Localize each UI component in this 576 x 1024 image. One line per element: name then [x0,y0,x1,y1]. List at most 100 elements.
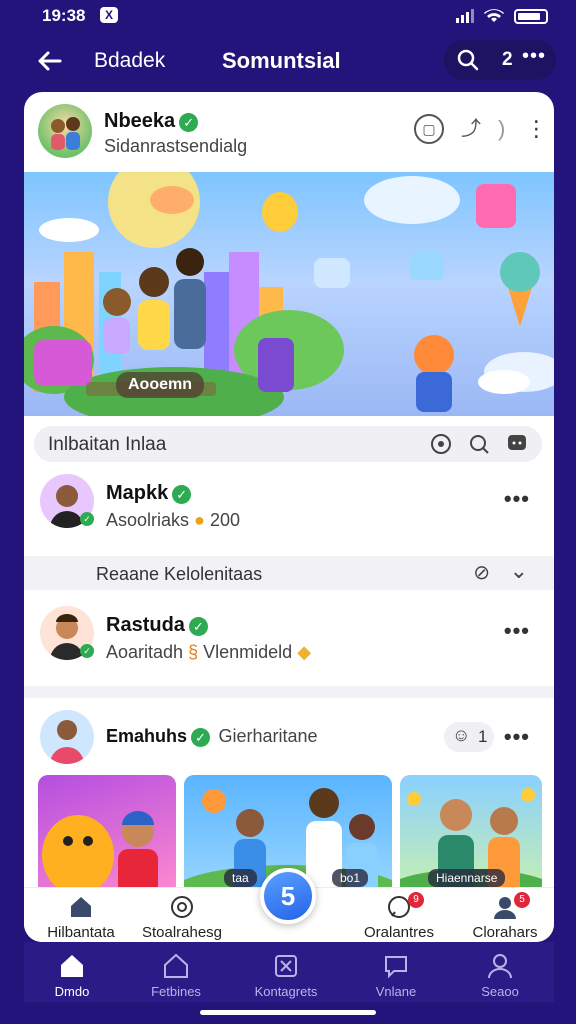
list-item[interactable]: ✓ Mapkk ✓ Asoolriaks ● 200 ••• [24,468,554,548]
item-detail: Asoolriaks [106,510,190,530]
nav-messages[interactable]: Vnlane [356,952,436,999]
nav-label: Dmdo [54,984,90,999]
more-options-icon[interactable]: ⋮ [525,114,547,144]
more-options-icon[interactable]: ••• [504,724,530,750]
comment-search-bar[interactable]: Inlbaitan Inlaa [34,426,542,462]
share-icon[interactable]: ⤴ [456,114,486,144]
item-name-row: Mapkk ✓ [106,482,192,505]
online-icon: ✓ [80,644,94,658]
comment-search-placeholder: Inlbaitan Inlaa [48,434,167,455]
chat-bubble-icon[interactable] [506,433,528,455]
create-fab-button[interactable]: 5 [260,868,316,924]
group-members-pill[interactable]: ☺ 1 [444,722,494,752]
thumbnail-label: taa [224,869,257,887]
section-label: Reaane Kelolenitaas [96,564,263,584]
group-row[interactable]: Emahuhs ✓ Gierharitane ☺ 1 ••• [24,704,554,772]
message-icon [385,956,407,979]
signal-icon [456,9,474,23]
tab-label: Clorahars [472,924,538,941]
home-indicator [200,1010,376,1015]
verified-icon: ✓ [172,485,192,505]
nav-label: Vnlane [375,984,417,999]
nav-actions: 2 ••• [444,40,556,80]
nav-feed[interactable]: Fetbines [136,952,216,999]
divider-icon: ) [498,116,506,141]
item-value: 200 [209,510,240,530]
verified-icon: ✓ [188,617,208,637]
item-detail-row: Aoaritadh § Vlenmideld ◆ [106,642,311,663]
thumbnail-label: bo1 [332,869,369,887]
item-name: Mapkk [106,482,169,504]
comment-search-actions [430,433,528,455]
item-name: Rastuda [106,614,185,636]
tab-label: Oralantres [363,924,435,941]
nav-profile[interactable]: Seaoo [460,952,540,999]
wifi-icon [484,9,504,22]
hero-label: Aooemn [116,372,204,398]
more-icon[interactable]: ••• [522,45,546,68]
author-name-row: Nbeeka ✓ [104,110,199,133]
author-avatar[interactable] [38,104,92,158]
post-header: Nbeeka ✓ Sidanrastsendialg ▢ ⤴ ) ⋮ [24,92,554,170]
home-icon [71,897,91,917]
back-arrow-icon[interactable] [34,46,66,78]
coin-icon: ● [194,510,205,530]
profile-badge: 5 [514,892,530,908]
more-options-icon[interactable]: ••• [504,486,530,512]
author-subtitle: Sidanrastsendialg [104,136,248,156]
verified-icon: ✓ [179,113,199,133]
tab-home[interactable]: Hilbantata [36,894,126,941]
nav-label: Kontagrets [254,984,318,999]
spiral-icon [171,896,193,918]
bird-icon: ◆ [297,642,312,662]
nav-label: Seaoo [481,984,519,999]
thumbnail[interactable] [38,775,176,895]
nav-home[interactable]: Dmdo [32,952,112,999]
status-bar: 19:38 X [0,0,576,34]
item-detail-row: Asoolriaks ● 200 [106,510,240,531]
thumbnail-label: Hiaennarse [428,869,506,887]
item-detail: Aoaritadh [106,642,184,662]
status-icons [456,8,548,24]
top-nav: Bdadek Somuntsial 2 ••• [0,34,576,90]
x-badge-icon: X [100,7,118,23]
list-item[interactable]: ✓ Rastuda ✓ Aoaritadh § Vlenmideld ◆ ••• [24,600,554,680]
tab-profile[interactable]: 5 Clorahars [460,892,550,941]
flame-icon: § [188,642,199,662]
home-icon [61,955,83,977]
group-name: Emahuhs [106,726,188,746]
tab-label: Stoalrahesg [141,924,223,941]
status-time: 19:38 [42,6,86,25]
more-options-icon[interactable]: ••• [504,618,530,644]
tab-stories[interactable]: Stoalrahesg [132,894,232,941]
group-name-row: Emahuhs ✓ Gierharitane [106,726,318,748]
author-name[interactable]: Nbeeka [104,110,175,132]
emoji-icon[interactable] [430,433,452,455]
divider [24,686,554,698]
nav-categories[interactable]: Kontagrets [246,952,326,999]
post-header-actions: ▢ ⤴ ) ⋮ [414,114,547,144]
notification-count[interactable]: 2 [502,49,513,71]
verified-icon: ✓ [191,728,211,748]
item-name-row: Rastuda ✓ [106,614,208,637]
group-extra: Gierharitane [218,726,318,746]
members-count: 1 [478,727,488,746]
tab-label: Hilbantata [47,924,115,941]
person-icon [488,954,512,979]
members-icon: ☺ [452,725,471,745]
crop-icon [275,955,297,977]
search-icon[interactable] [468,433,490,455]
mute-icon[interactable]: ⊘ [473,560,490,585]
nav-left-label[interactable]: Bdadek [94,49,165,73]
battery-icon [514,8,548,24]
hero-image[interactable]: Aooemn [24,172,554,416]
page-title: Somuntsial [222,48,341,73]
online-icon: ✓ [80,512,94,526]
search-icon[interactable] [456,48,480,72]
chevron-down-icon[interactable]: ⌄ [510,558,528,584]
house-outline-icon [164,953,188,978]
bookmark-icon[interactable]: ▢ [414,114,444,144]
group-avatar [40,710,94,764]
thumbnail[interactable]: Hiaennarse [400,775,542,895]
tab-chats[interactable]: 9 Oralantres [354,892,444,941]
